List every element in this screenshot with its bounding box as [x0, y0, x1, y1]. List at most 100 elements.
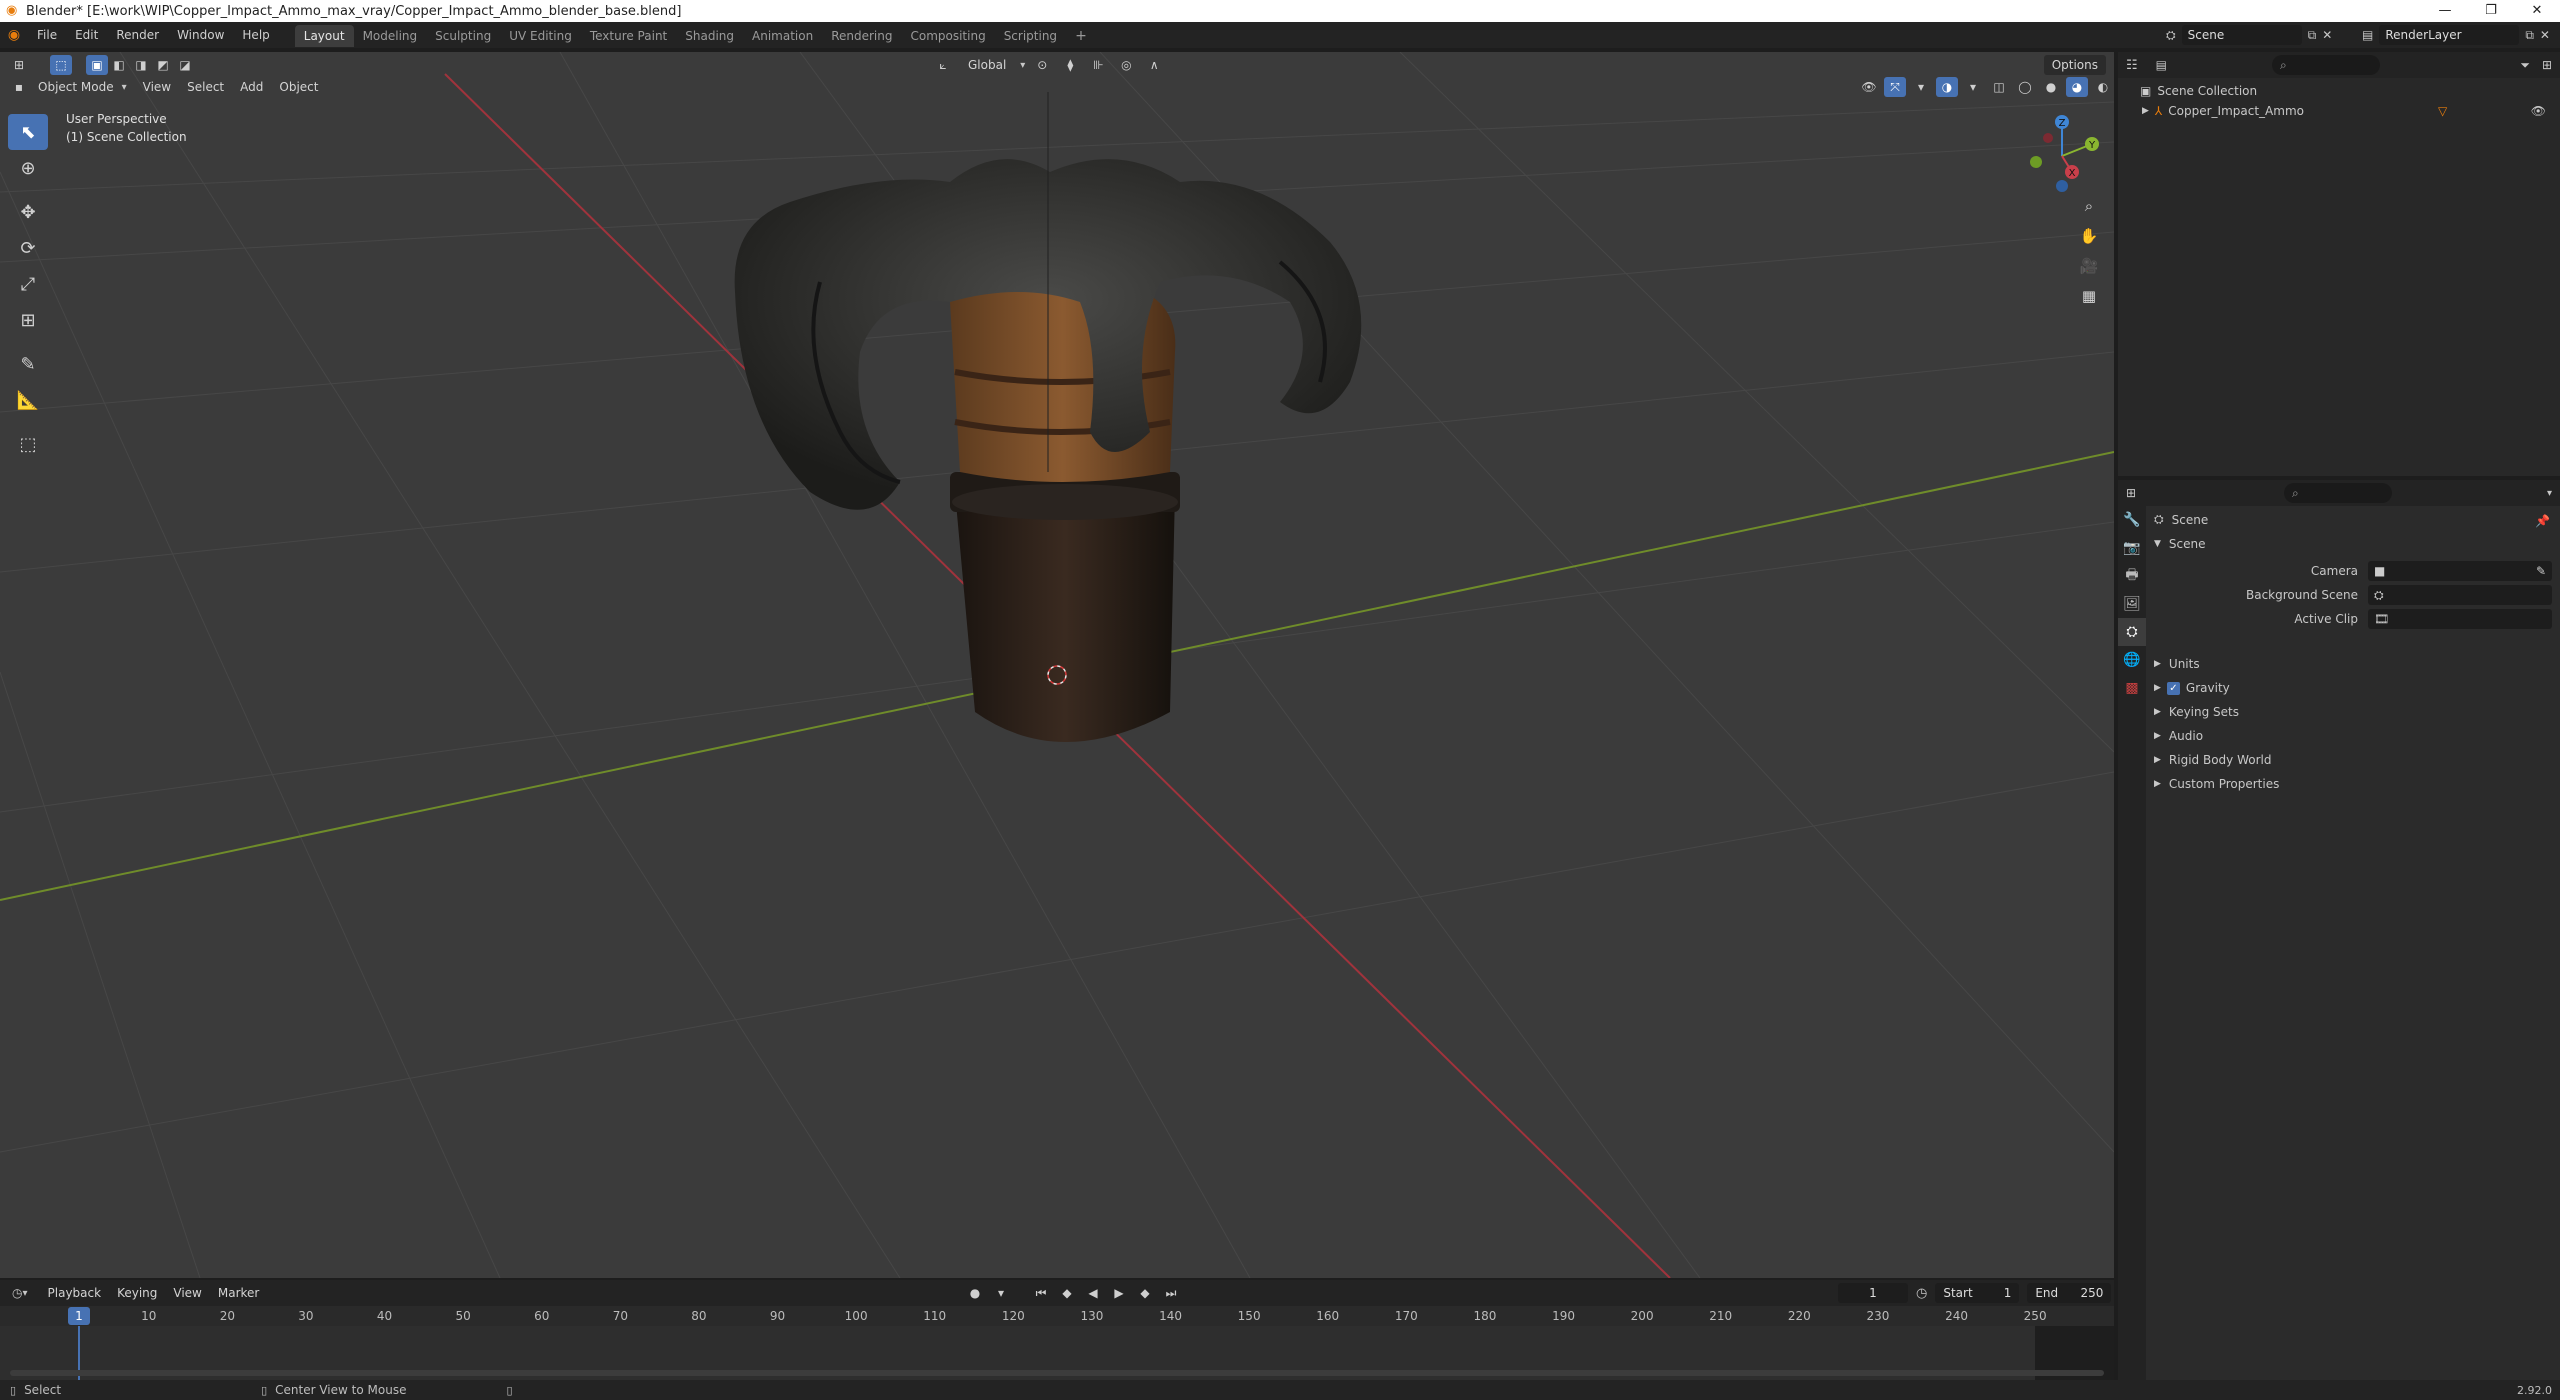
playback-menu[interactable]: Playback: [40, 1283, 110, 1303]
annotate-tool-icon[interactable]: ✎: [8, 346, 48, 382]
clock-icon[interactable]: ◷: [1916, 1286, 1927, 1301]
texture-tab-icon[interactable]: ▩: [2118, 674, 2146, 702]
select-new-icon[interactable]: ▣: [86, 55, 108, 75]
add-menu[interactable]: Add: [232, 77, 271, 97]
zoom-icon[interactable]: ⌕: [2075, 192, 2103, 220]
tab-compositing[interactable]: Compositing: [901, 25, 994, 47]
tab-rendering[interactable]: Rendering: [822, 25, 901, 47]
active-clip-field[interactable]: 🎞: [2368, 609, 2552, 629]
scene-subpanel-header[interactable]: ▼ Scene: [2154, 532, 2552, 556]
play-icon[interactable]: ▶: [1108, 1283, 1130, 1303]
select-box-tool-icon[interactable]: ⬉: [8, 114, 48, 150]
menu-window[interactable]: Window: [168, 22, 233, 48]
subpanel-keying-sets[interactable]: ▶ Keying Sets: [2154, 700, 2552, 724]
tab-texture-paint[interactable]: Texture Paint: [581, 25, 676, 47]
navigation-gizmo[interactable]: Z Y X: [2020, 114, 2100, 194]
subpanel-rigid-body-world[interactable]: ▶ Rigid Body World: [2154, 748, 2552, 772]
menu-help[interactable]: Help: [233, 22, 278, 48]
timeline-ruler[interactable]: 10 20 30 40 50 60 70 80 90 100 110 120 130 140 150 160 1…: [0, 1306, 2114, 1326]
scene-selector[interactable]: Scene: [2181, 25, 2302, 45]
timeline-track-area[interactable]: [0, 1326, 2114, 1380]
cursor-tool-icon[interactable]: ⊕: [8, 150, 48, 186]
new-collection-icon[interactable]: ⊞: [2542, 58, 2552, 72]
pin-icon[interactable]: 📌: [2535, 514, 2550, 528]
solid-shading-icon[interactable]: ●: [2040, 77, 2062, 97]
proportional-falloff-icon[interactable]: ∧: [1143, 55, 1165, 75]
close-button[interactable]: ✕: [2514, 0, 2560, 22]
prev-keyframe-icon[interactable]: ◆: [1056, 1283, 1078, 1303]
view-layer-tab-icon[interactable]: 🖼: [2118, 590, 2146, 618]
wireframe-shading-icon[interactable]: ◯: [2014, 77, 2036, 97]
properties-search-input[interactable]: ⌕: [2284, 483, 2392, 503]
outliner-editor-icon[interactable]: ☷: [2126, 58, 2138, 73]
current-frame-field[interactable]: 1: [1838, 1283, 1908, 1303]
properties-editor-icon[interactable]: ⊞: [2126, 486, 2136, 500]
auto-keying-icon[interactable]: ●: [964, 1283, 986, 1303]
world-tab-icon[interactable]: 🌐: [2118, 646, 2146, 674]
subpanel-custom-properties[interactable]: ▶ Custom Properties: [2154, 772, 2552, 796]
transform-tool-icon[interactable]: ⊞: [8, 302, 48, 338]
select-extend-icon[interactable]: ◧: [108, 55, 130, 75]
delete-view-layer-icon[interactable]: ✕: [2540, 28, 2550, 42]
next-keyframe-icon[interactable]: ◆: [1134, 1283, 1156, 1303]
eyedropper-icon[interactable]: ✎: [2536, 564, 2546, 578]
proportional-edit-icon[interactable]: ◎: [1115, 55, 1137, 75]
subpanel-gravity[interactable]: ▶ ✓ Gravity: [2154, 676, 2552, 700]
snap-icon[interactable]: ⧫: [1059, 55, 1081, 75]
move-tool-icon[interactable]: ✥: [8, 194, 48, 230]
add-workspace-button[interactable]: +: [1066, 25, 1096, 47]
visibility-eye-icon[interactable]: 👁: [2531, 104, 2546, 118]
3d-viewport[interactable]: ⊞ ⬚ ▣ ◧ ◨ ◩ ◪ ⟀ Global ▾ ⊙ ⧫ ⊪ ◎ ∧ Optio…: [0, 52, 2114, 1278]
pan-hand-icon[interactable]: ✋: [2075, 222, 2103, 250]
rotate-tool-icon[interactable]: ⟳: [8, 230, 48, 266]
delete-scene-icon[interactable]: ✕: [2322, 28, 2332, 42]
jump-start-icon[interactable]: ⏮: [1030, 1283, 1052, 1303]
options-dropdown[interactable]: Options: [2043, 55, 2106, 75]
timeline-editor-icon[interactable]: ◷: [12, 1286, 22, 1300]
new-scene-icon[interactable]: ⧉: [2308, 28, 2317, 43]
snap-target-icon[interactable]: ⊪: [1087, 55, 1109, 75]
subpanel-units[interactable]: ▶ Units: [2154, 652, 2552, 676]
view-layer-selector[interactable]: RenderLayer: [2379, 25, 2520, 45]
menu-edit[interactable]: Edit: [66, 22, 107, 48]
mesh-data-icon[interactable]: ▽: [2438, 104, 2447, 118]
tab-layout[interactable]: Layout: [294, 24, 354, 47]
background-scene-field[interactable]: ⛭: [2368, 585, 2552, 605]
select-subtract-icon[interactable]: ◨: [130, 55, 152, 75]
subpanel-audio[interactable]: ▶ Audio: [2154, 724, 2552, 748]
end-frame-field[interactable]: End 250: [2027, 1283, 2112, 1303]
outliner-item[interactable]: ▶ ⅄ Copper_Impact_Ammo ▽ 👁: [2142, 104, 2560, 118]
transform-orientation-dropdown[interactable]: Global: [960, 55, 1014, 75]
tab-sculpting[interactable]: Sculpting: [426, 25, 500, 47]
show-gizmo-icon[interactable]: ⤧: [1884, 77, 1906, 97]
keying-menu[interactable]: Keying: [109, 1283, 165, 1303]
play-reverse-icon[interactable]: ◀: [1082, 1283, 1104, 1303]
outliner-search-input[interactable]: ⌕: [2272, 55, 2380, 75]
select-invert-icon[interactable]: ◩: [152, 55, 174, 75]
menu-render[interactable]: Render: [107, 22, 168, 48]
start-frame-field[interactable]: Start 1: [1935, 1283, 2020, 1303]
select-menu[interactable]: Select: [179, 77, 232, 97]
object-mode-dropdown[interactable]: Object Mode: [30, 77, 122, 97]
select-intersect-icon[interactable]: ◪: [174, 55, 196, 75]
expand-arrow-icon[interactable]: ▶: [2142, 106, 2149, 116]
tab-scripting[interactable]: Scripting: [995, 25, 1066, 47]
measure-tool-icon[interactable]: 📐: [8, 382, 48, 418]
gizmo-dropdown-icon[interactable]: ▾: [1910, 77, 1932, 97]
minimize-button[interactable]: —: [2422, 0, 2468, 22]
blender-menu-icon[interactable]: ◉: [0, 27, 28, 43]
gravity-checkbox[interactable]: ✓: [2166, 681, 2180, 695]
editor-type-icon[interactable]: ⊞: [8, 55, 30, 75]
tab-uv-editing[interactable]: UV Editing: [500, 25, 581, 47]
keying-options-icon[interactable]: ▾: [990, 1283, 1012, 1303]
marker-menu[interactable]: Marker: [210, 1283, 267, 1303]
tab-shading[interactable]: Shading: [676, 25, 743, 47]
tool-tab-icon[interactable]: 🔧: [2118, 506, 2146, 534]
material-preview-shading-icon[interactable]: ◕: [2066, 77, 2088, 97]
tab-animation[interactable]: Animation: [743, 25, 822, 47]
xray-toggle-icon[interactable]: ◫: [1988, 77, 2010, 97]
new-view-layer-icon[interactable]: ⧉: [2525, 28, 2534, 43]
scale-tool-icon[interactable]: ⤢: [8, 266, 48, 302]
maximize-button[interactable]: ❐: [2468, 0, 2514, 22]
select-tool-icon[interactable]: ⬚: [50, 55, 72, 75]
